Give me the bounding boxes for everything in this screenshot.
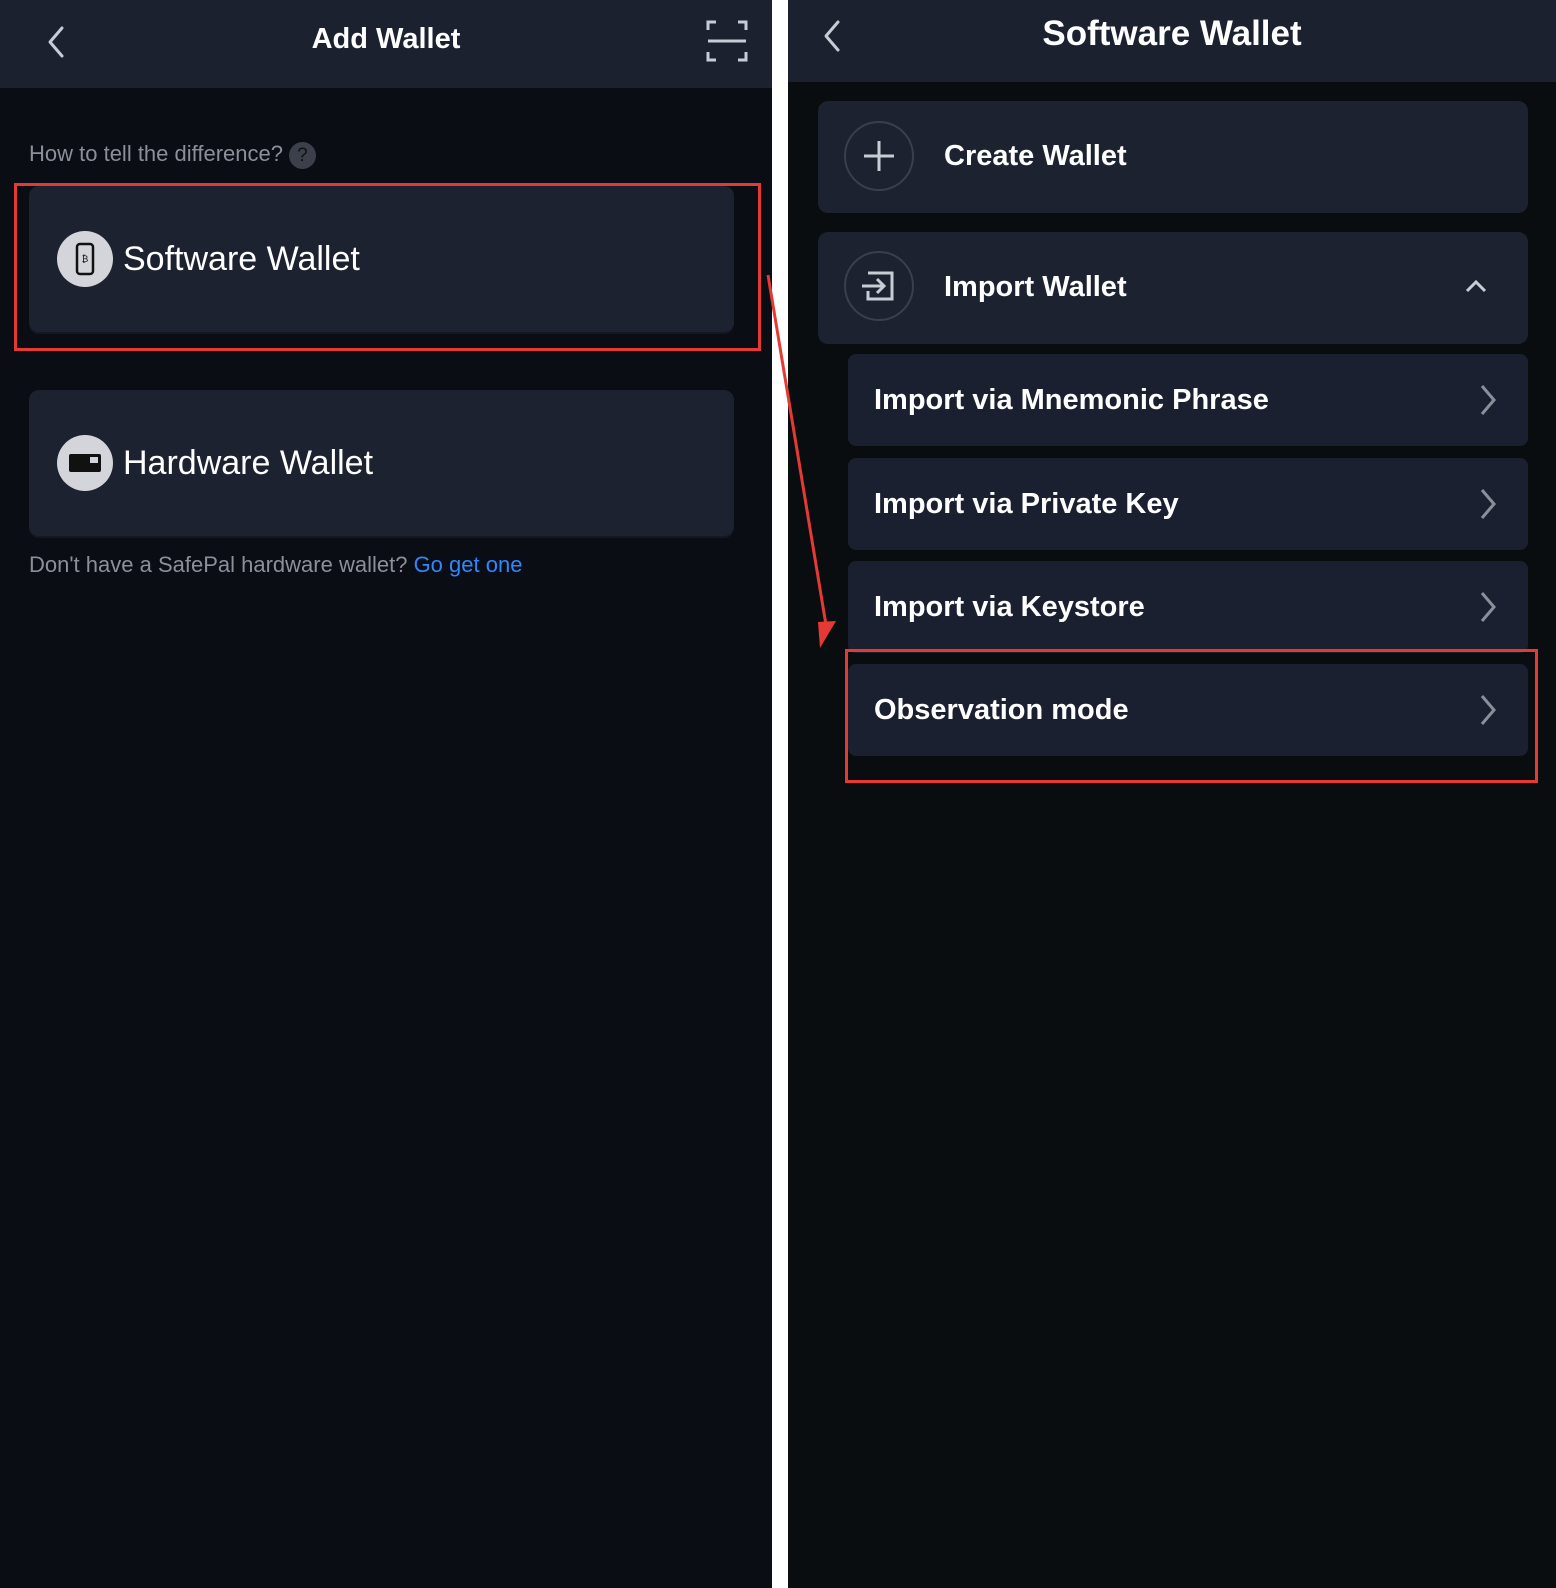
go-get-one-link[interactable]: Go get one: [414, 552, 523, 577]
phone-wallet-icon: ₿: [57, 231, 113, 287]
import-wallet-label: Import Wallet: [944, 271, 1127, 303]
import-private-key-option[interactable]: Import via Private Key: [848, 458, 1528, 550]
difference-hint[interactable]: How to tell the difference??: [29, 141, 316, 169]
import-keystore-label: Import via Keystore: [874, 591, 1145, 623]
software-wallet-label: Software Wallet: [123, 240, 360, 278]
hardware-wallet-label: Hardware Wallet: [123, 444, 374, 482]
app-header: Add Wallet: [0, 0, 772, 88]
import-mnemonic-label: Import via Mnemonic Phrase: [874, 384, 1269, 416]
create-wallet-label: Create Wallet: [944, 140, 1127, 172]
svg-text:₿: ₿: [82, 254, 89, 265]
chevron-right-icon: [1480, 592, 1496, 622]
help-icon[interactable]: ?: [288, 141, 316, 169]
scan-icon[interactable]: [706, 20, 748, 62]
chevron-right-icon: [1480, 489, 1496, 519]
hint-text: How to tell the difference?: [29, 141, 283, 166]
card-wallet-icon: [57, 435, 113, 491]
hardware-wallet-option[interactable]: Hardware Wallet: [29, 390, 734, 536]
create-wallet-button[interactable]: Create Wallet: [818, 101, 1528, 213]
hardware-promo: Don't have a SafePal hardware wallet? Go…: [29, 552, 522, 578]
observation-mode-option[interactable]: Observation mode: [848, 664, 1528, 756]
add-wallet-screen: Add Wallet How to tell the difference?? …: [0, 0, 772, 1588]
chevron-up-icon: [1465, 279, 1487, 293]
app-header: Software Wallet: [788, 0, 1556, 82]
import-wallet-toggle[interactable]: Import Wallet: [818, 232, 1528, 344]
import-private-key-label: Import via Private Key: [874, 488, 1179, 520]
chevron-right-icon: [1480, 695, 1496, 725]
import-icon: [844, 251, 914, 321]
chevron-right-icon: [1480, 385, 1496, 415]
plus-icon: [844, 121, 914, 191]
promo-text: Don't have a SafePal hardware wallet?: [29, 552, 408, 577]
page-title: Add Wallet: [311, 23, 461, 55]
observation-mode-label: Observation mode: [874, 694, 1129, 726]
import-keystore-option[interactable]: Import via Keystore: [848, 561, 1528, 653]
page-title: Software Wallet: [1042, 14, 1302, 53]
import-mnemonic-option[interactable]: Import via Mnemonic Phrase: [848, 354, 1528, 446]
software-wallet-option[interactable]: ₿ Software Wallet: [29, 186, 734, 332]
